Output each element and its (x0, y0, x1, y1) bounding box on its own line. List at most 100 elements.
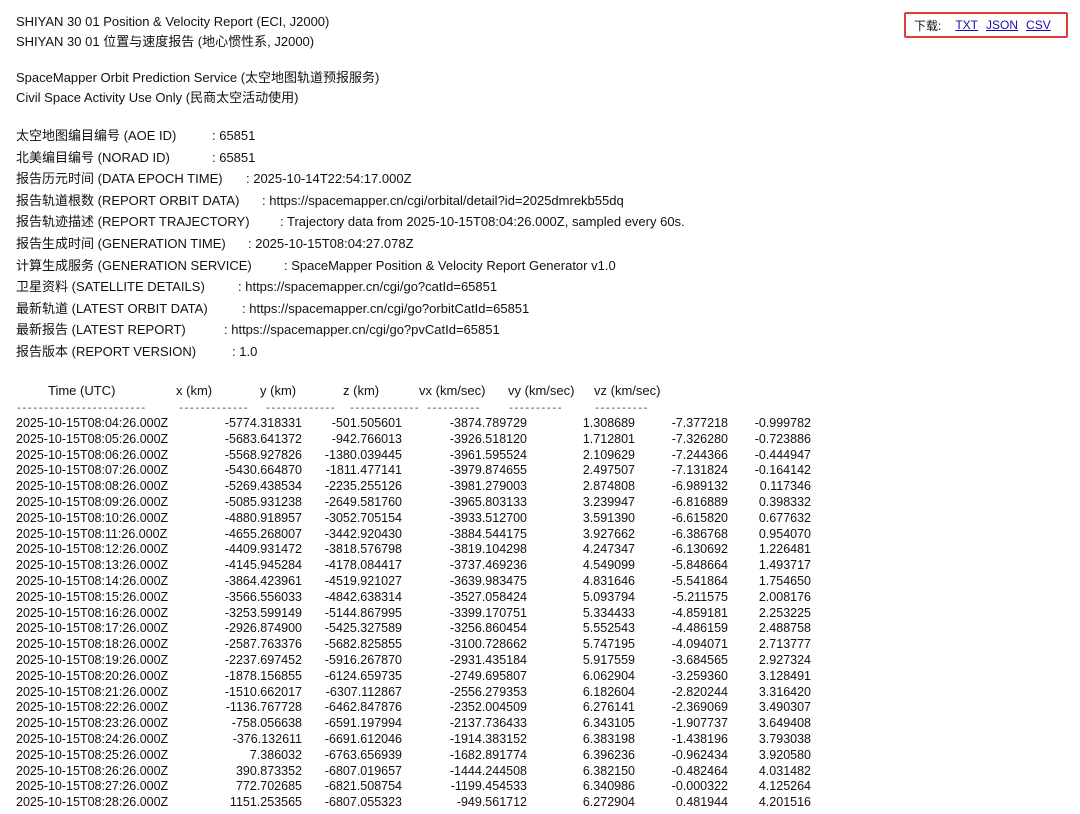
table-cell: -376.132611 (232, 731, 302, 746)
table-cell: -3527.058424 (449, 589, 527, 604)
table-cell: -4.859181 (671, 605, 728, 620)
table-cell: -3100.728662 (449, 637, 527, 652)
meta-row: 报告生成时间 (GENERATION TIME): 2025-10-15T08:… (16, 233, 685, 255)
table-cell: 2025-10-15T08:12:26.000Z (16, 542, 169, 557)
download-csv-link[interactable]: CSV (1026, 18, 1051, 32)
download-json-link[interactable]: JSON (986, 18, 1018, 32)
meta-row: 报告版本 (REPORT VERSION): 1.0 (16, 341, 685, 363)
table-cell: 6.276141 (582, 700, 635, 715)
table-cell: 2025-10-15T08:18:26.000Z (16, 637, 169, 652)
table-cell: -3566.556033 (224, 589, 302, 604)
table-cell: -3981.279003 (449, 479, 527, 494)
meta-key: 太空地图编目编号 (AOE ID) (16, 128, 177, 143)
column-separator: ---------- (508, 404, 563, 415)
table-cell: -949.561712 (456, 795, 527, 810)
table-cell: -6807.055323 (324, 795, 402, 810)
column-header: vz (km/sec) (594, 383, 661, 398)
table-cell: 0.398332 (758, 494, 811, 509)
table-cell: -1811.477141 (325, 463, 402, 478)
table-cell: -0.444947 (754, 447, 811, 462)
column-header: vy (km/sec) (508, 383, 575, 398)
table-cell: 1151.253565 (229, 795, 302, 810)
table-cell: 390.873352 (235, 763, 302, 778)
table-cell: 4.831646 (582, 573, 635, 588)
table-cell: 772.702685 (235, 779, 302, 794)
table-cell: -5.211575 (672, 589, 728, 604)
meta-row: 报告轨迹描述 (REPORT TRAJECTORY): Trajectory d… (16, 211, 685, 233)
table-cell: -4409.931472 (224, 542, 302, 557)
table-cell: -3442.920430 (324, 526, 402, 541)
table-cell: -3253.599149 (224, 605, 302, 620)
table-cell: 1.754650 (758, 573, 811, 588)
table-cell: 3.239947 (582, 494, 635, 509)
meta-key: 最新报告 (LATEST REPORT) (16, 322, 186, 338)
table-cell: -3864.423961 (224, 573, 302, 588)
table-cell: -2649.581760 (324, 494, 402, 509)
table-cell: -3.684565 (671, 652, 728, 667)
table-cell: -0.999782 (754, 416, 811, 430)
table-cell: 7.386032 (249, 747, 302, 762)
table-cell: -1510.662017 (224, 684, 302, 699)
table-cell: -1199.454533 (450, 779, 527, 794)
table-cell: -6.989132 (671, 479, 728, 494)
download-txt-link[interactable]: TXT (955, 18, 978, 32)
meta-value: : 1.0 (232, 343, 258, 359)
table-cell: -3926.518120 (449, 431, 527, 446)
table-cell: -0.482464 (671, 763, 728, 778)
table-cell: 3.316420 (758, 684, 811, 699)
table-cell: 6.382150 (582, 763, 635, 778)
column-header: y (km) (260, 383, 297, 398)
table-cell: 5.917559 (582, 652, 635, 667)
table-cell: 6.272904 (582, 795, 635, 810)
table-cell: 2.008176 (758, 589, 811, 604)
table-cell: -3819.104298 (449, 542, 527, 557)
meta-row: 计算生成服务 (GENERATION SERVICE) : SpaceMapper… (16, 255, 685, 277)
meta-row: 最新轨道 (LATEST ORBIT DATA): https://spacem… (16, 298, 685, 320)
column-separator: ---------- (594, 404, 649, 415)
table-cell: -6591.197994 (324, 716, 402, 731)
table-cell: -3399.170751 (449, 605, 527, 620)
meta-value: : https://spacemapper.cn/cgi/orbital/det… (262, 192, 624, 208)
table-cell: 6.343105 (582, 716, 635, 731)
download-bar: 下载: TXT JSON CSV (904, 12, 1068, 38)
column-separator: ------------- (178, 404, 249, 415)
table-cell: -3933.512700 (449, 510, 527, 525)
table-cell: -5144.867995 (324, 605, 402, 620)
table-cell: -2352.004509 (449, 700, 527, 715)
table-cell: -5916.267870 (324, 652, 402, 667)
table-cell: -3818.576798 (324, 542, 402, 557)
table-cell: -6763.656939 (324, 747, 402, 762)
table-cell: -1136.767728 (225, 700, 302, 715)
meta-value: : 2025-10-14T22:54:17.000Z (246, 171, 412, 187)
meta-value: : SpaceMapper Position & Velocity Report… (284, 257, 616, 273)
table-cell: 3.490307 (758, 700, 811, 715)
table-cell: -1.438196 (671, 731, 728, 746)
table-cell: -0.164142 (754, 463, 811, 478)
table-cell: -501.505601 (331, 416, 402, 430)
table-cell: -5.541864 (671, 573, 728, 588)
table-cell: 3.793038 (758, 731, 811, 746)
meta-key: 报告轨道根数 (REPORT ORBIT DATA) (16, 192, 240, 208)
table-cell: -6.615820 (671, 510, 728, 525)
table-cell: -6821.508754 (324, 779, 402, 794)
meta-value: : https://spacemapper.cn/cgi/go?catId=65… (238, 279, 498, 295)
table-cell: 3.128491 (758, 668, 811, 683)
table-cell: 2025-10-15T08:19:26.000Z (16, 652, 169, 667)
table-cell: -6124.659735 (324, 668, 402, 683)
table-cell: -6307.112867 (325, 684, 402, 699)
table-cell: -758.056638 (231, 716, 302, 731)
table-cell: -3052.705154 (324, 510, 402, 525)
table-cell: 6.182604 (582, 684, 635, 699)
table-cell: -5269.438534 (224, 479, 302, 494)
meta-key: 计算生成服务 (GENERATION SERVICE) (16, 257, 252, 273)
meta-row: 北美编目编号 (NORAD ID): 65851 (16, 147, 685, 169)
table-cell: -2137.736433 (449, 716, 527, 731)
table-cell: -4145.945284 (224, 558, 302, 573)
table-cell: -6.386768 (671, 526, 728, 541)
table-cell: 2025-10-15T08:09:26.000Z (16, 494, 169, 509)
table-cell: -3979.874655 (449, 463, 527, 478)
meta-key: 报告轨迹描述 (REPORT TRAJECTORY) (16, 214, 250, 230)
table-cell: -6.816889 (671, 494, 728, 509)
table-cell: 2.253225 (758, 605, 811, 620)
table-cell: 2025-10-15T08:25:26.000Z (16, 747, 169, 762)
